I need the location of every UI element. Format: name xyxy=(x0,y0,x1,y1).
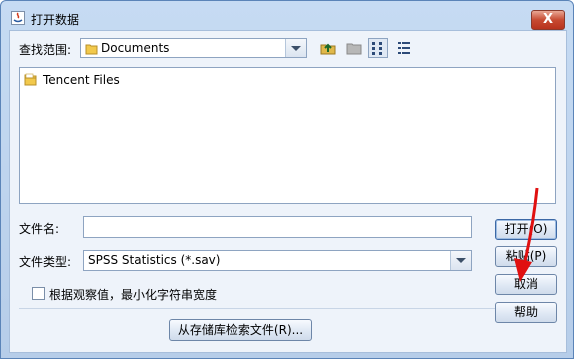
help-button[interactable]: 帮助 xyxy=(495,302,557,323)
minimize-width-checkbox[interactable] xyxy=(32,287,45,300)
retrieve-from-repository-button[interactable]: 从存储库检索文件(R)... xyxy=(169,319,312,341)
paste-button[interactable]: 粘贴(P) xyxy=(495,246,557,267)
chevron-down-icon[interactable] xyxy=(450,251,471,270)
chevron-down-icon[interactable] xyxy=(285,39,306,57)
cancel-button[interactable]: 取消 xyxy=(495,274,557,295)
file-list[interactable]: Tencent Files xyxy=(19,67,556,204)
close-button[interactable]: X xyxy=(531,10,565,30)
details-view-icon[interactable] xyxy=(394,38,414,58)
filename-label: 文件名: xyxy=(19,222,60,236)
window-title: 打开数据 xyxy=(31,13,80,27)
up-folder-icon[interactable] xyxy=(318,38,338,58)
filetype-value: SPSS Statistics (*.sav) xyxy=(88,253,221,267)
filename-input[interactable] xyxy=(83,216,472,238)
dialog-body: 查找范围: Documents Tencent Files 文件名: 文件类型:… xyxy=(9,30,567,353)
filetype-label: 文件类型: xyxy=(19,255,72,269)
lookin-value: Documents xyxy=(101,41,170,55)
file-name: Tencent Files xyxy=(43,73,120,87)
open-button[interactable]: 打开(O) xyxy=(495,219,557,240)
lookin-combo[interactable]: Documents xyxy=(80,38,307,58)
folder-icon xyxy=(85,42,98,58)
lookin-label: 查找范围: xyxy=(19,43,72,57)
list-item[interactable]: Tencent Files xyxy=(24,72,120,88)
minimize-width-label: 根据观察值，最小化字符串宽度 xyxy=(49,288,218,302)
list-view-icon[interactable] xyxy=(368,38,388,58)
open-data-dialog: 打开数据 X 查找范围: Documents Tencent Files 文件名… xyxy=(0,0,574,359)
folder-icon xyxy=(24,72,37,89)
java-app-icon xyxy=(11,11,25,25)
separator xyxy=(19,308,556,309)
new-folder-icon[interactable] xyxy=(344,38,364,58)
filetype-combo[interactable]: SPSS Statistics (*.sav) xyxy=(83,250,472,271)
